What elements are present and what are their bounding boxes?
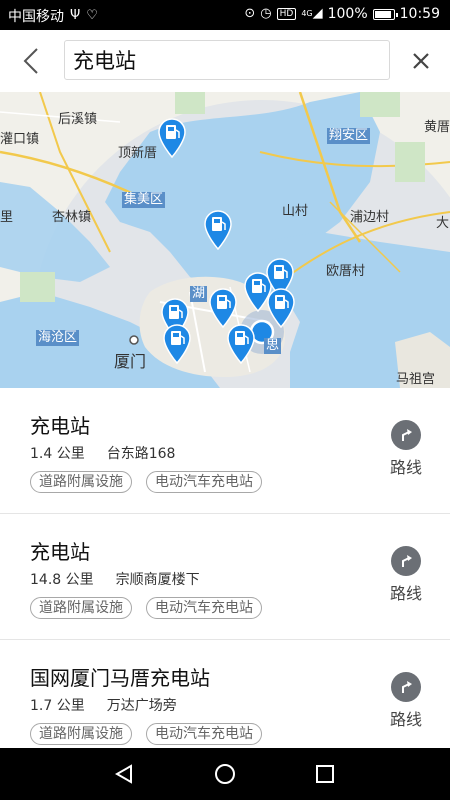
result-meta: 1.7 公里 万达广场旁 <box>30 695 177 715</box>
route-icon <box>391 420 421 450</box>
close-icon <box>413 53 429 69</box>
chevron-left-icon <box>23 48 38 74</box>
heart-icon: ♡ <box>86 8 98 23</box>
clock: 10:59 <box>399 6 440 22</box>
route-icon <box>391 546 421 576</box>
result-distance: 14.8 公里 <box>30 572 94 588</box>
category-tag: 道路附属设施 <box>30 471 132 493</box>
signal-icon: 4G◢ <box>301 6 323 21</box>
map-label-haicang: 海沧区 <box>36 330 80 346</box>
route-button[interactable]: 路线 <box>386 420 426 480</box>
result-item[interactable]: 充电站 14.8 公里 宗顺商厦楼下 道路附属设施 电动汽车充电站 路线 <box>0 514 450 640</box>
map-label-huangcuo: 黄厝 <box>424 120 450 135</box>
triangle-back-icon <box>114 764 132 784</box>
carrier-label: 中国移动 <box>8 9 64 25</box>
charging-station-pin[interactable] <box>157 118 187 158</box>
map-view[interactable]: 后溪镇 灌口镇 顶新厝 翔安区 黄厝 集美区 山村 浦边村 大 杏林镇 里 欧厝… <box>0 92 450 388</box>
map-label-mazuqian: 马祖宫 <box>396 372 436 387</box>
map-label-xiangan: 翔安区 <box>327 128 371 144</box>
charging-station-pin[interactable] <box>266 288 296 328</box>
category-tag: 电动汽车充电站 <box>146 597 262 619</box>
map-label-pubiancun: 浦边村 <box>350 210 390 225</box>
nav-recents-button[interactable] <box>305 758 345 790</box>
map-label-guankou: 灌口镇 <box>0 132 40 147</box>
nav-back-button[interactable] <box>104 758 144 790</box>
location-icon: ⊙ <box>244 6 256 21</box>
search-box[interactable] <box>64 40 390 80</box>
status-bar: 中国移动 Ψ ♡ ⊙ ◷ HD 4G◢ 100% 10:59 <box>0 0 450 30</box>
map-label-edge: 大 <box>436 216 450 231</box>
result-name: 国网厦门马厝充电站 <box>30 666 210 690</box>
results-list: 充电站 1.4 公里 台东路168 道路附属设施 电动汽车充电站 路线 充电站 … <box>0 388 450 766</box>
nav-home-button[interactable] <box>205 758 245 790</box>
map-label-dingbian: 顶新厝 <box>118 146 158 161</box>
result-address: 万达广场旁 <box>106 698 177 714</box>
alarm-icon: ◷ <box>260 6 272 21</box>
map-label-jimei: 集美区 <box>122 192 166 208</box>
hd-icon: HD <box>276 8 297 20</box>
result-item[interactable]: 充电站 1.4 公里 台东路168 道路附属设施 电动汽车充电站 路线 <box>0 388 450 514</box>
result-distance: 1.4 公里 <box>30 446 85 462</box>
category-tag: 电动汽车充电站 <box>146 723 262 745</box>
search-header <box>0 30 450 92</box>
result-address: 宗顺商厦楼下 <box>115 572 200 588</box>
map-label-houxizhen: 后溪镇 <box>58 112 98 127</box>
category-tag: 道路附属设施 <box>30 597 132 619</box>
charging-station-pin[interactable] <box>203 210 233 250</box>
map-label-si: 思 <box>264 338 282 354</box>
result-distance: 1.7 公里 <box>30 698 85 714</box>
back-button[interactable] <box>14 44 48 78</box>
result-tags: 道路附属设施 电动汽车充电站 <box>30 723 262 745</box>
result-tags: 道路附属设施 电动汽车充电站 <box>30 471 262 493</box>
result-name: 充电站 <box>30 414 90 438</box>
usb-icon: Ψ <box>70 8 81 23</box>
search-input[interactable] <box>73 46 373 74</box>
clear-search-button[interactable] <box>404 44 438 78</box>
circle-home-icon <box>215 764 235 784</box>
charging-station-pin[interactable] <box>208 288 238 328</box>
map-label-ouliaocun: 欧厝村 <box>326 264 366 279</box>
map-label-xinglin: 杏林镇 <box>52 210 92 225</box>
network-type: 4G <box>301 9 313 18</box>
system-nav-bar <box>0 748 450 800</box>
battery-icon <box>372 8 398 20</box>
map-label-li: 里 <box>0 210 14 225</box>
charging-station-pin[interactable] <box>162 324 192 364</box>
route-label: 路线 <box>389 458 422 477</box>
map-label-xiamen: 厦门 <box>114 352 147 371</box>
result-meta: 14.8 公里 宗顺商厦楼下 <box>30 569 200 589</box>
category-tag: 电动汽车充电站 <box>146 471 262 493</box>
category-tag: 道路附属设施 <box>30 723 132 745</box>
route-button[interactable]: 路线 <box>386 546 426 606</box>
route-label: 路线 <box>389 584 422 603</box>
route-button[interactable]: 路线 <box>386 672 426 732</box>
route-label: 路线 <box>389 710 422 729</box>
battery-percent: 100% <box>327 6 368 22</box>
result-address: 台东路168 <box>106 446 176 462</box>
map-label-hu: 湖 <box>190 286 208 302</box>
square-recents-icon <box>316 765 334 783</box>
result-name: 充电站 <box>30 540 90 564</box>
map-label-shancun: 山村 <box>282 204 309 219</box>
route-icon <box>391 672 421 702</box>
result-tags: 道路附属设施 电动汽车充电站 <box>30 597 262 619</box>
result-meta: 1.4 公里 台东路168 <box>30 443 175 463</box>
charging-station-pin[interactable] <box>226 324 256 364</box>
